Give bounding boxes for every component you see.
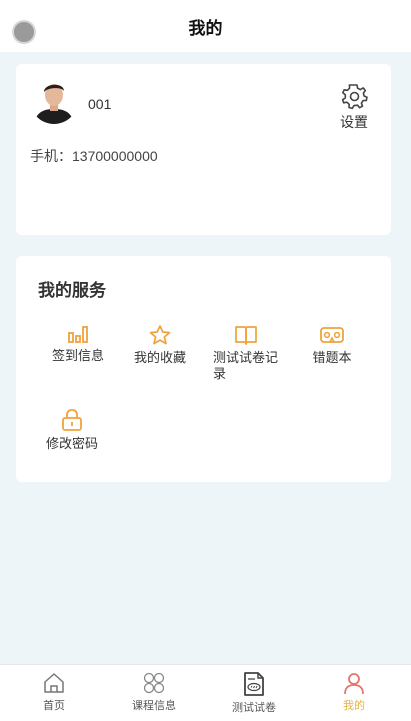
back-button[interactable] [12,20,36,44]
vr-glasses-icon [320,327,344,343]
clover-icon [143,672,165,694]
home-icon [44,673,64,693]
service-favorites[interactable]: 我的收藏 [120,324,200,366]
service-label: 签到信息 [51,348,104,363]
service-label: 我的收藏 [133,350,186,365]
tab-label: 课程信息 [132,700,176,712]
service-change-password[interactable]: 修改密码 [32,408,112,452]
top-nav-bar: 我的 [0,0,411,52]
service-label: 错题本 [312,350,352,365]
tab-label: 我的 [343,700,365,712]
services-title: 我的服务 [38,281,106,300]
person-icon [344,673,364,695]
service-test-records[interactable]: 测试试卷记录 [206,324,286,382]
bottom-tab-bar: 首页 课程信息 测试试卷 我的 [0,664,411,721]
tab-course-info[interactable]: 课程信息 [114,671,194,713]
phone-number: 13700000000 [72,148,158,164]
services-card: 我的服务 签到信息 我的收藏 测试试卷记录 错题本 修改密码 [16,256,391,482]
service-mistake-book[interactable]: 错题本 [292,324,372,366]
service-checkin[interactable]: 签到信息 [38,324,118,364]
settings-label: 设置 [340,114,368,130]
gear-icon [341,84,368,110]
phone-row: 手机：13700000000 [30,146,158,166]
bar-chart-icon [68,326,88,343]
page-title: 我的 [188,18,223,38]
star-icon [149,325,171,345]
book-icon [235,326,257,345]
phone-label: 手机： [30,148,72,164]
service-label: 修改密码 [45,436,98,451]
service-label: 测试试卷记录 [213,350,279,381]
avatar[interactable] [30,76,78,124]
exam-paper-icon [244,672,264,696]
tab-test-papers[interactable]: 测试试卷 [214,671,294,715]
tab-mine[interactable]: 我的 [314,671,394,713]
profile-card: 001 设置 手机：13700000000 [16,64,391,235]
tab-home[interactable]: 首页 [14,671,94,713]
tab-label: 测试试卷 [232,702,276,714]
lock-icon [62,409,82,431]
tab-label: 首页 [43,700,65,712]
settings-button[interactable]: 设置 [334,82,374,132]
username: 001 [88,96,112,112]
